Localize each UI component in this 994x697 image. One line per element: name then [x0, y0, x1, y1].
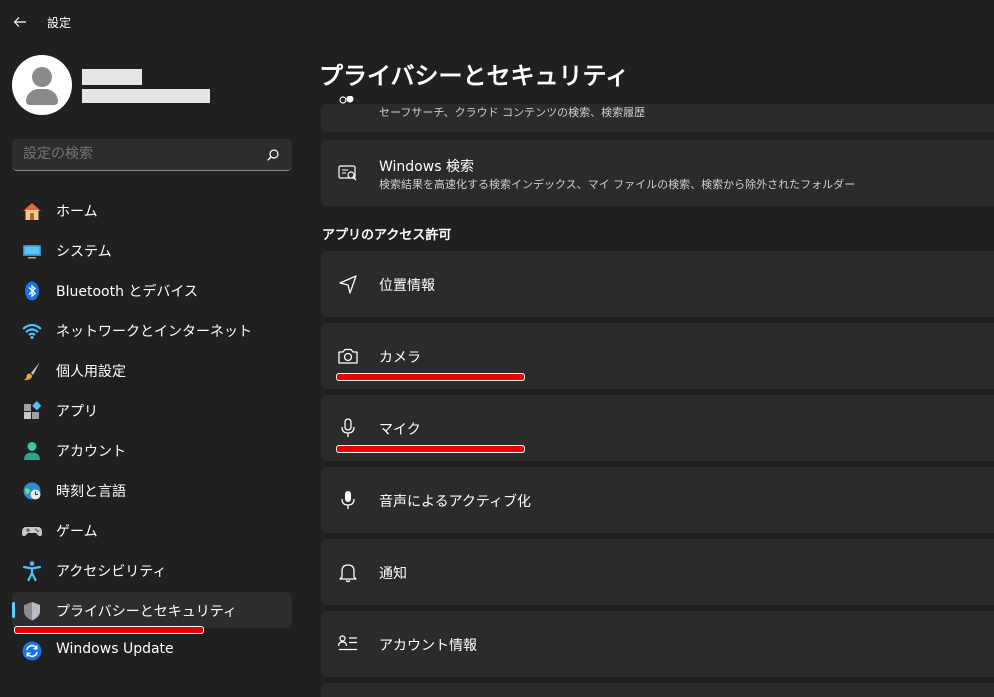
permission-account-info-card[interactable]: アカウント情報 — [321, 611, 994, 677]
sidebar-item-home[interactable]: ホーム — [12, 192, 292, 228]
sidebar-item-label: ホーム — [56, 204, 98, 220]
avatar — [12, 55, 72, 115]
user-email-redacted — [82, 89, 210, 103]
wifi-icon — [22, 323, 42, 339]
avatar-head-shape — [32, 67, 52, 87]
back-arrow-icon — [13, 17, 26, 27]
sidebar-nav: ホーム システム Bluetooth とデバイス ネットワークとインターネット … — [12, 192, 292, 672]
sidebar-item-system[interactable]: システム — [12, 232, 292, 268]
sidebar-item-label: ゲーム — [56, 524, 98, 540]
sidebar-item-label: 個人用設定 — [56, 364, 126, 380]
sidebar-item-accounts[interactable]: アカウント — [12, 432, 292, 468]
sidebar-item-network[interactable]: ネットワークとインターネット — [12, 312, 292, 348]
settings-window: 設定 ホー — [0, 0, 994, 697]
permission-notifications-card[interactable]: 通知 — [321, 539, 994, 605]
search-permissions-icon — [339, 96, 354, 104]
sidebar-item-personalization[interactable]: 個人用設定 — [12, 352, 292, 388]
back-button[interactable] — [8, 10, 32, 34]
gamepad-icon — [22, 527, 42, 537]
sidebar-item-label: アカウント — [56, 444, 126, 460]
update-icon — [22, 641, 42, 661]
permission-location-card[interactable]: 位置情報 — [321, 251, 994, 317]
brush-icon — [24, 362, 40, 381]
sidebar-item-label: 時刻と言語 — [56, 484, 126, 500]
permission-label: 通知 — [379, 566, 407, 582]
permission-label: 位置情報 — [379, 278, 435, 294]
sidebar-item-label: Bluetooth とデバイス — [56, 284, 198, 300]
permission-voice-activation-card[interactable]: 音声によるアクティブ化 — [321, 467, 994, 533]
sidebar-item-label: ネットワークとインターネット — [56, 324, 252, 340]
sidebar-item-gaming[interactable]: ゲーム — [12, 512, 292, 548]
settings-search-box[interactable] — [12, 139, 292, 171]
sidebar-item-accessibility[interactable]: アクセシビリティ — [12, 552, 292, 588]
account-info-icon — [337, 635, 357, 651]
bell-icon — [339, 564, 357, 583]
search-input[interactable] — [23, 146, 253, 162]
bluetooth-icon — [25, 281, 39, 301]
sidebar-item-label: プライバシーとセキュリティ — [56, 604, 237, 620]
voice-activation-icon — [341, 491, 355, 509]
accessibility-icon — [22, 561, 42, 582]
annotation-underline-camera — [336, 373, 525, 381]
windows-search-subtitle: 検索結果を高速化する検索インデックス、マイ ファイルの検索、検索から除外されたフ… — [379, 178, 856, 191]
apps-icon — [24, 401, 42, 419]
permission-label: マイク — [379, 422, 421, 438]
search-icon[interactable] — [266, 148, 280, 162]
sidebar: ホーム システム Bluetooth とデバイス — [0, 44, 305, 697]
system-icon — [23, 245, 41, 259]
permission-label: 音声によるアクティブ化 — [379, 494, 532, 510]
permission-microphone-card[interactable]: マイク — [321, 395, 994, 461]
windows-search-card[interactable]: Windows 検索 検索結果を高速化する検索インデックス、マイ ファイルの検索… — [321, 140, 994, 206]
home-icon — [23, 203, 41, 220]
annotation-underline-microphone — [336, 445, 525, 453]
app-title: 設定 — [47, 16, 72, 30]
section-header-app-permissions: アプリのアクセス許可 — [322, 228, 452, 243]
user-name-redacted — [82, 69, 142, 85]
shield-icon — [24, 602, 40, 621]
permission-label: カメラ — [379, 350, 421, 366]
location-icon — [339, 275, 357, 294]
sidebar-item-privacy-security[interactable]: プライバシーとセキュリティ — [12, 592, 292, 628]
search-permissions-subtitle: セーフサーチ、クラウド コンテンツの検索、検索履歴 — [379, 106, 646, 119]
page-title: プライバシーとセキュリティ — [319, 62, 630, 90]
microphone-icon — [341, 418, 355, 437]
sidebar-item-time-language[interactable]: 時刻と言語 — [12, 472, 292, 508]
account-icon — [24, 442, 40, 460]
main-content: プライバシーとセキュリティ セーフサーチ、クラウド コンテンツの検索、検索履歴 … — [305, 44, 994, 697]
permission-camera-card[interactable]: カメラ — [321, 323, 994, 389]
sidebar-item-label: システム — [56, 244, 112, 260]
selection-indicator — [12, 602, 15, 618]
windows-search-icon — [338, 165, 357, 181]
time-language-icon — [23, 482, 41, 500]
camera-icon — [338, 348, 358, 364]
permission-label: アカウント情報 — [379, 638, 477, 654]
avatar-body-shape — [26, 89, 58, 105]
user-profile[interactable] — [12, 55, 302, 115]
sidebar-item-label: Windows Update — [56, 641, 174, 657]
sidebar-item-bluetooth[interactable]: Bluetooth とデバイス — [12, 272, 292, 308]
sidebar-item-apps[interactable]: アプリ — [12, 392, 292, 428]
next-permission-card-partial[interactable] — [321, 683, 994, 697]
annotation-underline-privacy — [14, 626, 204, 634]
sidebar-item-windows-update[interactable]: Windows Update — [12, 632, 292, 668]
sidebar-item-label: アクセシビリティ — [56, 564, 167, 580]
search-permissions-card[interactable]: セーフサーチ、クラウド コンテンツの検索、検索履歴 — [321, 96, 994, 132]
title-bar: 設定 — [0, 0, 994, 44]
sidebar-item-label: アプリ — [56, 404, 98, 420]
windows-search-title: Windows 検索 — [379, 159, 474, 175]
